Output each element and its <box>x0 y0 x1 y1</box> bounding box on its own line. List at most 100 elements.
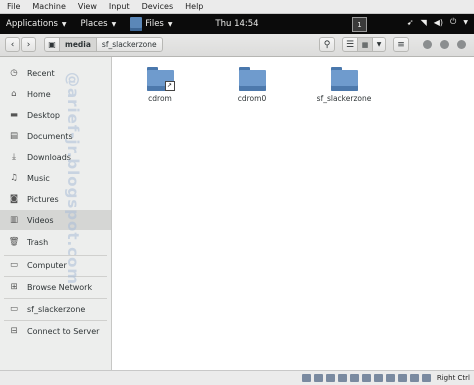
sidebar-item-documents[interactable]: ▤ Documents <box>0 126 111 146</box>
forward-button[interactable]: › <box>21 37 36 52</box>
workspace-indicator[interactable]: 1 <box>352 17 367 32</box>
search-button[interactable]: ⚲ <box>319 37 335 52</box>
clock-icon: ◷ <box>10 68 18 78</box>
cpu-status-icon[interactable] <box>397 374 407 382</box>
close-button[interactable] <box>457 40 466 49</box>
sidebar-item-computer[interactable]: ▭ Computer <box>0 255 111 275</box>
wifi-icon: ◥ <box>420 17 427 27</box>
view-options-button[interactable]: ▼ <box>372 37 386 52</box>
status-area[interactable]: ➹ ◥ ◀) ⏻ ▼ <box>407 17 468 27</box>
list-icon: ☰ <box>345 39 355 50</box>
host-key-label: Right Ctrl <box>436 374 470 382</box>
host-menu-devices[interactable]: Devices <box>142 2 174 11</box>
sidebar-item-label: Connect to Server <box>27 326 100 336</box>
sidebar-item-desktop[interactable]: ▬ Desktop <box>0 105 111 125</box>
folder-icon: ▬ <box>9 110 19 120</box>
places-menu[interactable]: Places ▼ <box>81 19 117 29</box>
chevron-down-icon: ▼ <box>167 20 173 28</box>
applications-label: Applications <box>6 19 58 29</box>
file-item-label: sf_slackerzone <box>316 94 372 103</box>
volume-icon: ◀) <box>433 17 444 27</box>
path-bar: ▣ media sf_slackerzone <box>44 37 163 52</box>
keyboard-status-icon[interactable] <box>421 374 431 382</box>
download-icon: ⤓ <box>12 152 16 162</box>
chevron-down-icon: ▼ <box>111 20 117 28</box>
sidebar-item-browse-network[interactable]: ⊞ Browse Network <box>0 277 111 297</box>
usb-status-icon[interactable] <box>349 374 359 382</box>
sidebar-item-label: Home <box>27 89 51 99</box>
chevron-down-icon: ▼ <box>61 20 67 28</box>
optical-drive-icon[interactable] <box>313 374 323 382</box>
grid-view-button[interactable]: ▦ <box>357 37 373 52</box>
sidebar-item-label: Documents <box>27 131 73 141</box>
host-menu-help[interactable]: Help <box>185 2 203 11</box>
drive-icon: ▭ <box>9 260 19 270</box>
file-item-cdrom0[interactable]: cdrom0 <box>212 67 292 103</box>
host-menubar: File Machine View Input Devices Help <box>0 0 474 14</box>
clock[interactable]: Thu 14:54 <box>0 19 474 29</box>
chevron-down-icon: ▼ <box>376 41 382 48</box>
symlink-arrow-icon: ↗ <box>164 81 175 91</box>
shared-folders-icon[interactable] <box>361 374 371 382</box>
host-menu-file[interactable]: File <box>7 2 20 11</box>
sidebar-item-pictures[interactable]: ◙ Pictures <box>0 189 111 209</box>
search-icon: ⚲ <box>323 39 331 50</box>
host-menu-view[interactable]: View <box>78 2 97 11</box>
home-icon: ⌂ <box>11 89 17 99</box>
file-item-cdrom[interactable]: ↗ cdrom <box>120 67 200 103</box>
maximize-button[interactable] <box>440 40 449 49</box>
gnome-top-bar: Applications ▼ Places ▼ Files ▼ Thu 14:5… <box>0 14 474 34</box>
network-status-icon[interactable] <box>337 374 347 382</box>
minimize-button[interactable] <box>423 40 432 49</box>
sidebar-item-videos[interactable]: ▥ Videos <box>0 210 111 230</box>
path-segment-media[interactable]: media <box>59 37 97 52</box>
sidebar-item-trash[interactable]: 🗑 Trash <box>0 232 111 252</box>
sidebar-item-label: Pictures <box>27 194 59 204</box>
hamburger-icon: ≡ <box>397 39 405 50</box>
mouse-integration-icon[interactable] <box>409 374 419 382</box>
sidebar-item-connect-to-server[interactable]: ⊟ Connect to Server <box>0 321 111 341</box>
path-root-button[interactable]: ▣ <box>44 37 60 52</box>
pointer-icon: ➹ <box>406 17 414 27</box>
hdd-status-icon[interactable] <box>301 374 311 382</box>
audio-status-icon[interactable] <box>325 374 335 382</box>
camera-icon: ◙ <box>9 194 19 204</box>
sidebar-item-downloads[interactable]: ⤓ Downloads <box>0 147 111 167</box>
files-app-icon <box>130 17 143 31</box>
sidebar-item-label: Browse Network <box>27 282 93 292</box>
sidebar-item-label: Trash <box>27 237 49 247</box>
list-view-button[interactable]: ☰ <box>342 37 358 52</box>
sidebar-item-music[interactable]: ♫ Music <box>0 168 111 188</box>
folder-icon <box>330 67 358 91</box>
host-status-bar: Right Ctrl <box>0 370 474 385</box>
sidebar-item-label: Computer <box>27 260 67 270</box>
file-view[interactable]: ↗ cdrom cdrom0 sf_slackerzone <box>112 57 474 370</box>
display-status-icon[interactable] <box>373 374 383 382</box>
sidebar-item-home[interactable]: ⌂ Home <box>0 84 111 104</box>
sidebar-item-label: Videos <box>27 215 54 225</box>
grid-icon: ▦ <box>361 40 369 49</box>
host-menu-input[interactable]: Input <box>109 2 130 11</box>
sidebar-item-sf-slackerzone[interactable]: ▭ sf_slackerzone <box>0 299 111 319</box>
host-menu-machine[interactable]: Machine <box>32 2 66 11</box>
chevron-right-icon: › <box>26 39 31 50</box>
power-icon: ⏻ <box>450 17 457 26</box>
recording-status-icon[interactable] <box>385 374 395 382</box>
file-item-label: cdrom0 <box>237 94 267 103</box>
applications-menu[interactable]: Applications ▼ <box>6 19 67 29</box>
sidebar-item-label: Downloads <box>27 152 71 162</box>
trash-icon: 🗑 <box>8 237 20 247</box>
drive-icon: ▭ <box>9 304 19 314</box>
places-label: Places <box>80 19 108 29</box>
files-app-menu[interactable]: Files ▼ <box>130 17 172 31</box>
file-item-sf-slackerzone[interactable]: sf_slackerzone <box>304 67 384 103</box>
sidebar-item-recent[interactable]: ◷ Recent <box>0 63 111 83</box>
path-segment-sf-slackerzone[interactable]: sf_slackerzone <box>95 37 163 52</box>
back-button[interactable]: ‹ <box>5 37 20 52</box>
folder-icon: ↗ <box>146 67 175 91</box>
film-icon: ▥ <box>9 215 19 225</box>
document-icon: ▤ <box>9 131 19 141</box>
network-icon: ⊞ <box>10 282 18 292</box>
menu-button[interactable]: ≡ <box>393 37 409 52</box>
sidebar-item-label: Recent <box>27 68 55 78</box>
